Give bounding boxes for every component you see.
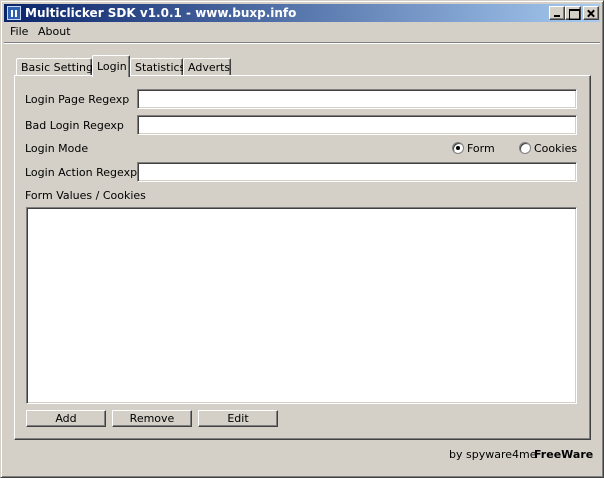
login-mode-label: Login Mode: [25, 142, 89, 155]
minimize-icon[interactable]: [549, 6, 565, 20]
add-button[interactable]: Add: [26, 410, 106, 427]
menu-file[interactable]: File: [10, 25, 28, 39]
login-action-regexp-field[interactable]: [137, 162, 577, 182]
radio-form-label[interactable]: Form: [467, 142, 495, 155]
edit-button[interactable]: Edit: [198, 410, 278, 427]
menu-separator: [4, 42, 600, 44]
login-page-regexp-label: Login Page Regexp: [25, 93, 130, 106]
menu-about[interactable]: About: [38, 25, 71, 39]
login-action-regexp-input[interactable]: [142, 165, 572, 179]
bad-login-regexp-input[interactable]: [142, 118, 572, 132]
close-icon[interactable]: [583, 6, 599, 20]
radio-cookies-label[interactable]: Cookies: [534, 142, 577, 155]
bad-login-regexp-field[interactable]: [137, 115, 577, 135]
radio-form[interactable]: [452, 142, 464, 154]
form-values-list[interactable]: [26, 207, 577, 404]
footer-license: FreeWare: [534, 448, 594, 461]
bad-login-regexp-label: Bad Login Regexp: [25, 119, 124, 132]
tab-login[interactable]: Login: [92, 55, 130, 77]
login-action-regexp-label: Login Action Regexp: [25, 166, 138, 179]
title-bar[interactable]: Multiclicker SDK v1.0.1 - www.buxp.info: [4, 4, 600, 22]
remove-button[interactable]: Remove: [112, 410, 192, 427]
maximize-icon[interactable]: [565, 6, 581, 20]
menu-bar: File About: [4, 23, 600, 41]
radio-cookies[interactable]: [519, 142, 531, 154]
login-tab-panel: Login Page Regexp Bad Login Regexp Login…: [14, 75, 591, 440]
app-window: Multiclicker SDK v1.0.1 - www.buxp.info …: [0, 0, 604, 478]
footer-credit: by spyware4me: [449, 448, 537, 461]
window-title: Multiclicker SDK v1.0.1 - www.buxp.info: [25, 6, 297, 20]
app-icon: [7, 6, 21, 20]
form-values-label: Form Values / Cookies: [25, 189, 146, 202]
login-page-regexp-input[interactable]: [142, 92, 572, 106]
login-page-regexp-field[interactable]: [137, 89, 577, 109]
